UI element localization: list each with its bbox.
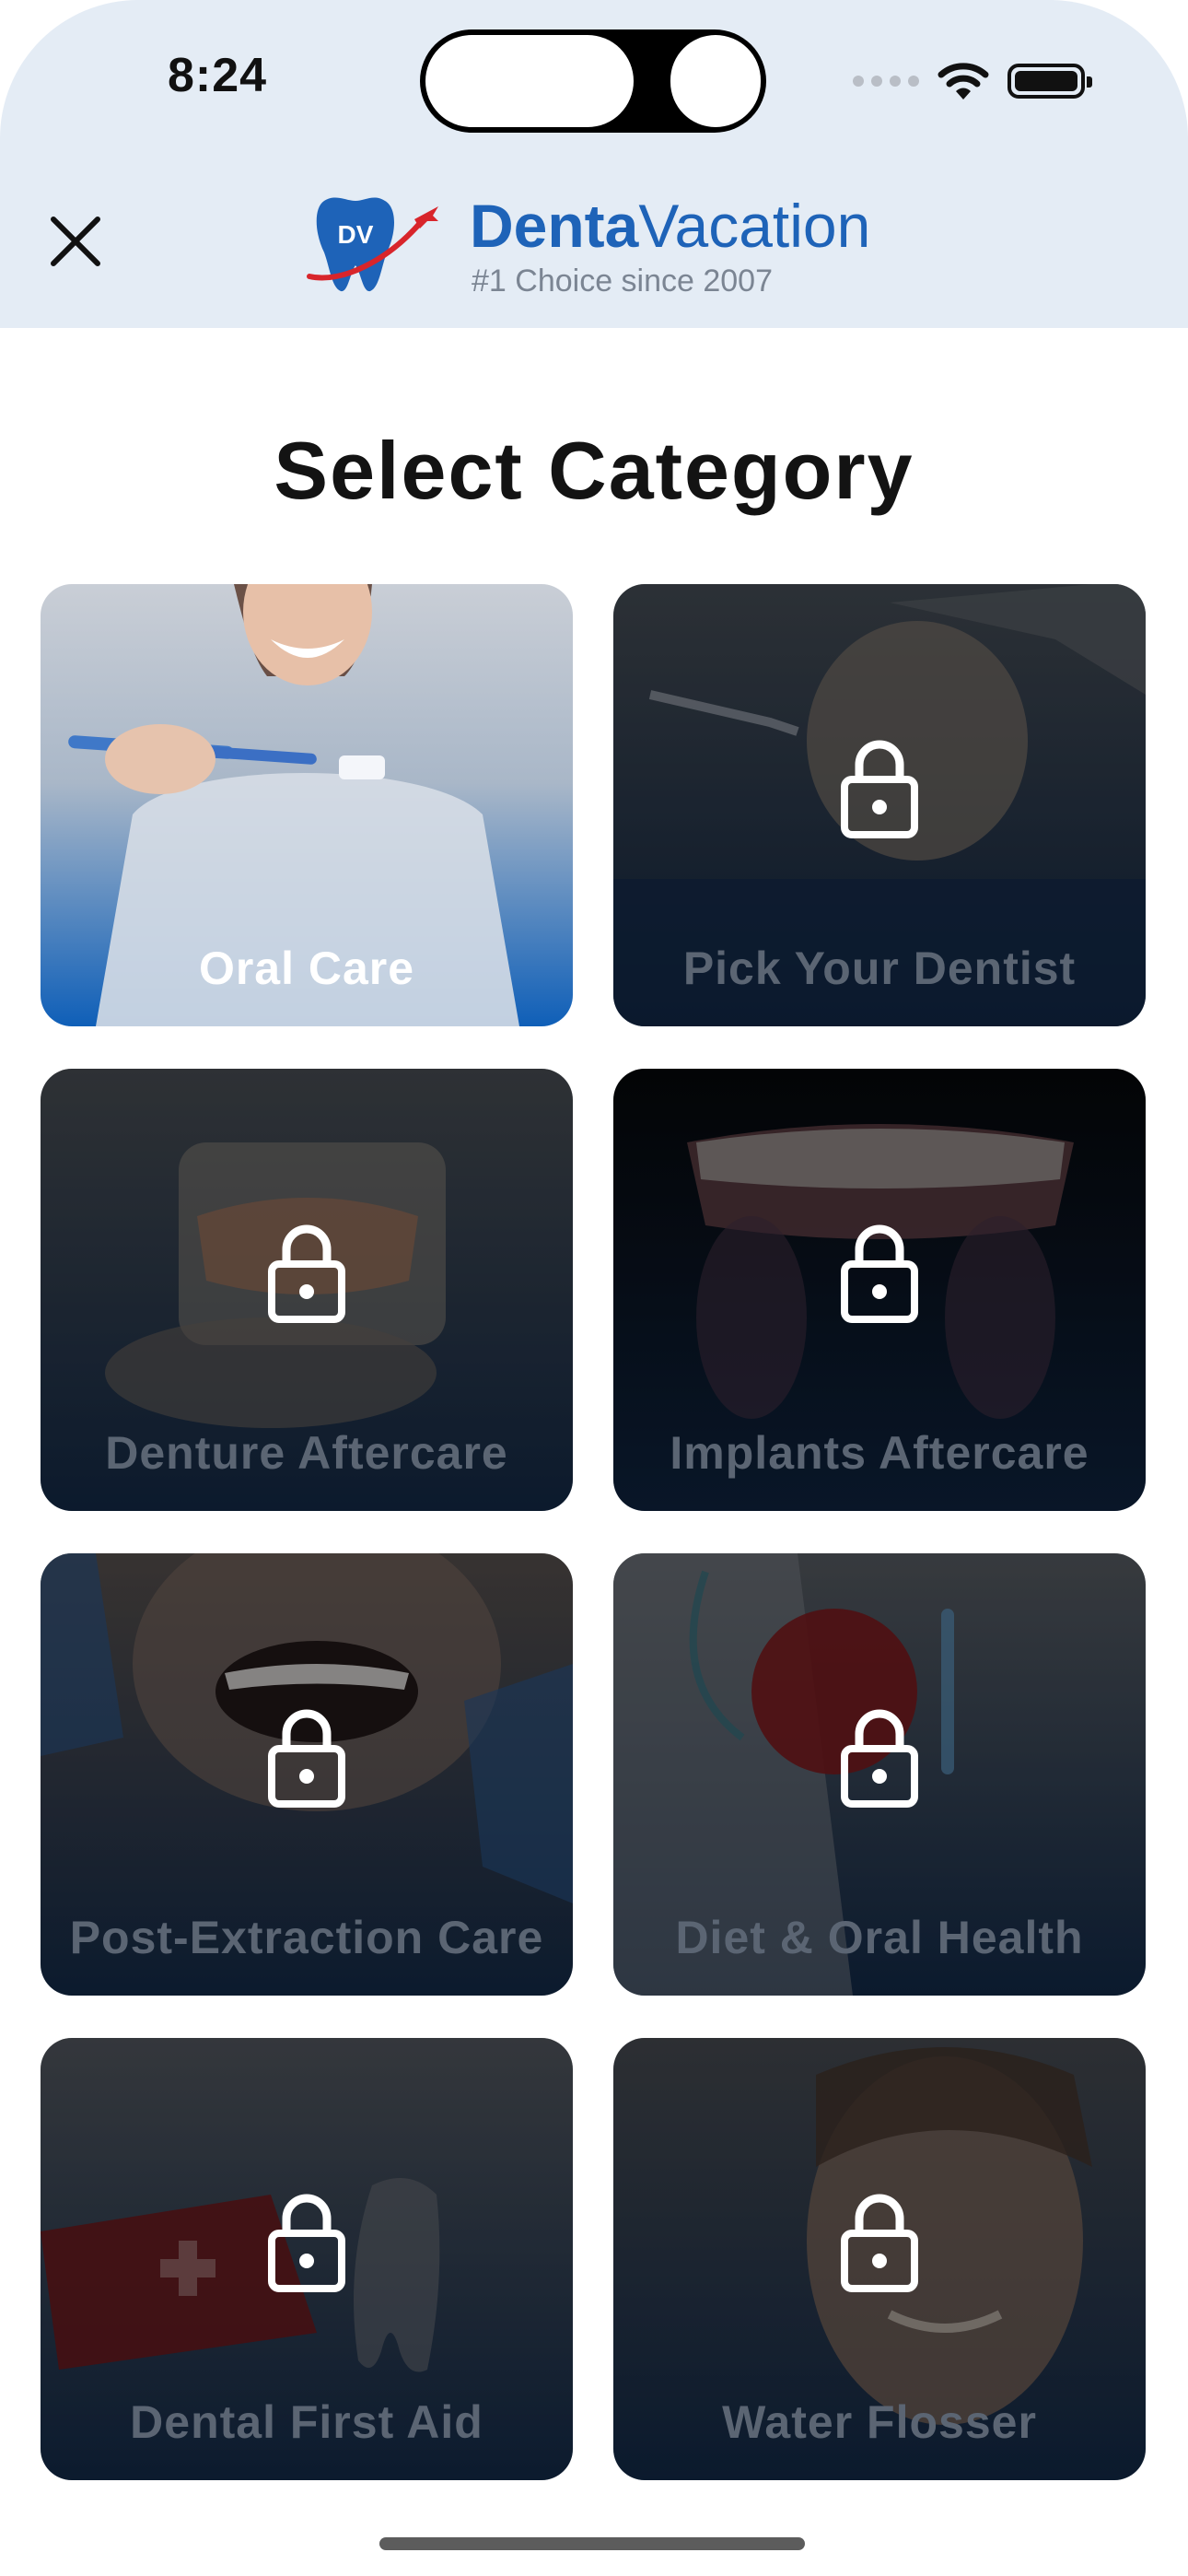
wifi-icon <box>938 63 989 100</box>
dynamic-island-camera <box>670 35 761 127</box>
app-screen: 8:24 DV DentaVacation #1 Choice since 20… <box>0 0 1188 2576</box>
logo-initials: DV <box>338 220 374 249</box>
category-label: Oral Care <box>198 943 415 994</box>
lock-icon <box>841 2194 918 2292</box>
dynamic-island-pill <box>425 35 634 127</box>
category-label: Implants Aftercare <box>670 1427 1089 1479</box>
category-card-water-flosser[interactable]: Water Flosser <box>613 2038 1146 2480</box>
close-icon[interactable] <box>42 208 109 275</box>
category-card-diet-oral-health[interactable]: Diet & Oral Health <box>613 1553 1146 1996</box>
category-label: Dental First Aid <box>130 2396 483 2448</box>
category-label: Diet & Oral Health <box>675 1912 1084 1963</box>
category-card-dental-first-aid[interactable]: Dental First Aid <box>41 2038 573 2480</box>
home-indicator[interactable] <box>379 2537 805 2550</box>
status-time: 8:24 <box>168 49 268 102</box>
dynamic-island <box>420 29 766 133</box>
category-card-post-extraction-care[interactable]: Post-Extraction Care <box>41 1553 573 1996</box>
lock-icon <box>841 1224 918 1323</box>
category-card-pick-your-dentist[interactable]: Pick Your Dentist <box>613 584 1146 1026</box>
category-card-oral-care[interactable]: Oral Care <box>41 584 573 1026</box>
battery-icon <box>1007 64 1092 99</box>
page-title: Select Category <box>274 425 914 516</box>
dentavacation-logo-icon: DV <box>307 197 438 292</box>
lock-icon <box>268 2194 345 2292</box>
lock-icon <box>841 740 918 838</box>
lock-icon <box>841 1709 918 1808</box>
lock-icon <box>268 1709 345 1808</box>
category-card-implants-aftercare[interactable]: Implants Aftercare <box>613 1069 1146 1511</box>
category-label: Post-Extraction Care <box>69 1912 544 1963</box>
lock-icon <box>268 1224 345 1323</box>
cellular-signal-icon <box>853 76 919 87</box>
brand-name: DentaVacation <box>470 192 871 260</box>
status-icons <box>853 59 1092 103</box>
category-label: Pick Your Dentist <box>682 943 1077 994</box>
category-label: Denture Aftercare <box>105 1427 508 1479</box>
category-label: Water Flosser <box>722 2396 1037 2448</box>
brand-tagline: #1 Choice since 2007 <box>472 263 774 299</box>
category-card-denture-aftercare[interactable]: Denture Aftercare <box>41 1069 573 1511</box>
